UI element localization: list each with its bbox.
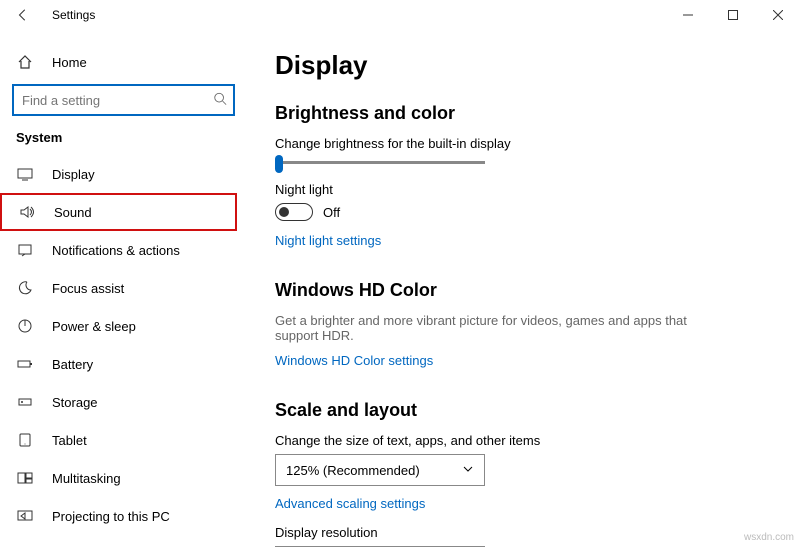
scale-heading: Scale and layout bbox=[275, 400, 772, 421]
sidebar-item-sound[interactable]: Sound bbox=[0, 193, 237, 231]
sidebar-item-label: Focus assist bbox=[52, 281, 124, 296]
home-icon bbox=[16, 53, 34, 71]
night-light-label: Night light bbox=[275, 182, 772, 197]
sidebar-item-label: Sound bbox=[54, 205, 92, 220]
titlebar: Settings bbox=[0, 0, 800, 30]
hd-color-settings-link[interactable]: Windows HD Color settings bbox=[275, 353, 433, 368]
night-light-toggle[interactable] bbox=[275, 203, 313, 221]
sidebar-item-projecting[interactable]: Projecting to this PC bbox=[0, 497, 247, 535]
close-button[interactable] bbox=[755, 0, 800, 30]
tablet-icon bbox=[16, 431, 34, 449]
sidebar-item-label: Battery bbox=[52, 357, 93, 372]
storage-icon bbox=[16, 393, 34, 411]
advanced-scaling-link[interactable]: Advanced scaling settings bbox=[275, 496, 425, 511]
category-label: System bbox=[0, 130, 247, 145]
search-icon bbox=[213, 92, 227, 109]
back-button[interactable] bbox=[14, 6, 32, 24]
sidebar-item-label: Notifications & actions bbox=[52, 243, 180, 258]
display-icon bbox=[16, 165, 34, 183]
sidebar-item-label: Display bbox=[52, 167, 95, 182]
sidebar: Home System Display Sound Notifications … bbox=[0, 30, 247, 547]
window-controls bbox=[665, 0, 800, 30]
sidebar-item-storage[interactable]: Storage bbox=[0, 383, 247, 421]
notifications-icon bbox=[16, 241, 34, 259]
watermark: wsxdn.com bbox=[744, 532, 794, 543]
sidebar-item-display[interactable]: Display bbox=[0, 155, 247, 193]
sidebar-item-power-sleep[interactable]: Power & sleep bbox=[0, 307, 247, 345]
moon-icon bbox=[16, 279, 34, 297]
brightness-heading: Brightness and color bbox=[275, 103, 772, 124]
scale-dropdown[interactable]: 125% (Recommended) bbox=[275, 454, 485, 486]
night-light-state: Off bbox=[323, 205, 340, 220]
hd-color-description: Get a brighter and more vibrant picture … bbox=[275, 313, 695, 343]
sidebar-item-focus-assist[interactable]: Focus assist bbox=[0, 269, 247, 307]
slider-thumb[interactable] bbox=[275, 155, 283, 173]
resolution-label: Display resolution bbox=[275, 525, 772, 540]
brightness-slider[interactable] bbox=[275, 161, 485, 164]
sidebar-item-label: Multitasking bbox=[52, 471, 121, 486]
power-icon bbox=[16, 317, 34, 335]
battery-icon bbox=[16, 355, 34, 373]
home-label: Home bbox=[52, 55, 87, 70]
brightness-slider-label: Change brightness for the built-in displ… bbox=[275, 136, 772, 151]
sidebar-item-label: Tablet bbox=[52, 433, 87, 448]
hd-color-heading: Windows HD Color bbox=[275, 280, 772, 301]
main-content: Display Brightness and color Change brig… bbox=[247, 30, 800, 547]
projecting-icon bbox=[16, 507, 34, 525]
minimize-button[interactable] bbox=[665, 0, 710, 30]
sidebar-item-multitasking[interactable]: Multitasking bbox=[0, 459, 247, 497]
night-light-settings-link[interactable]: Night light settings bbox=[275, 233, 381, 248]
toggle-knob bbox=[279, 207, 289, 217]
chevron-down-icon bbox=[462, 463, 474, 478]
sidebar-item-notifications[interactable]: Notifications & actions bbox=[0, 231, 247, 269]
sidebar-item-label: Storage bbox=[52, 395, 98, 410]
scale-size-label: Change the size of text, apps, and other… bbox=[275, 433, 772, 448]
sidebar-item-label: Power & sleep bbox=[52, 319, 136, 334]
search-input[interactable] bbox=[12, 84, 235, 116]
page-title: Display bbox=[275, 50, 772, 81]
search-container bbox=[12, 84, 235, 116]
sound-icon bbox=[18, 203, 36, 221]
multitasking-icon bbox=[16, 469, 34, 487]
sidebar-item-label: Projecting to this PC bbox=[52, 509, 170, 524]
maximize-button[interactable] bbox=[710, 0, 755, 30]
window-title: Settings bbox=[52, 8, 95, 22]
sidebar-item-tablet[interactable]: Tablet bbox=[0, 421, 247, 459]
scale-dropdown-value: 125% (Recommended) bbox=[286, 463, 420, 478]
home-button[interactable]: Home bbox=[0, 44, 247, 80]
sidebar-item-battery[interactable]: Battery bbox=[0, 345, 247, 383]
